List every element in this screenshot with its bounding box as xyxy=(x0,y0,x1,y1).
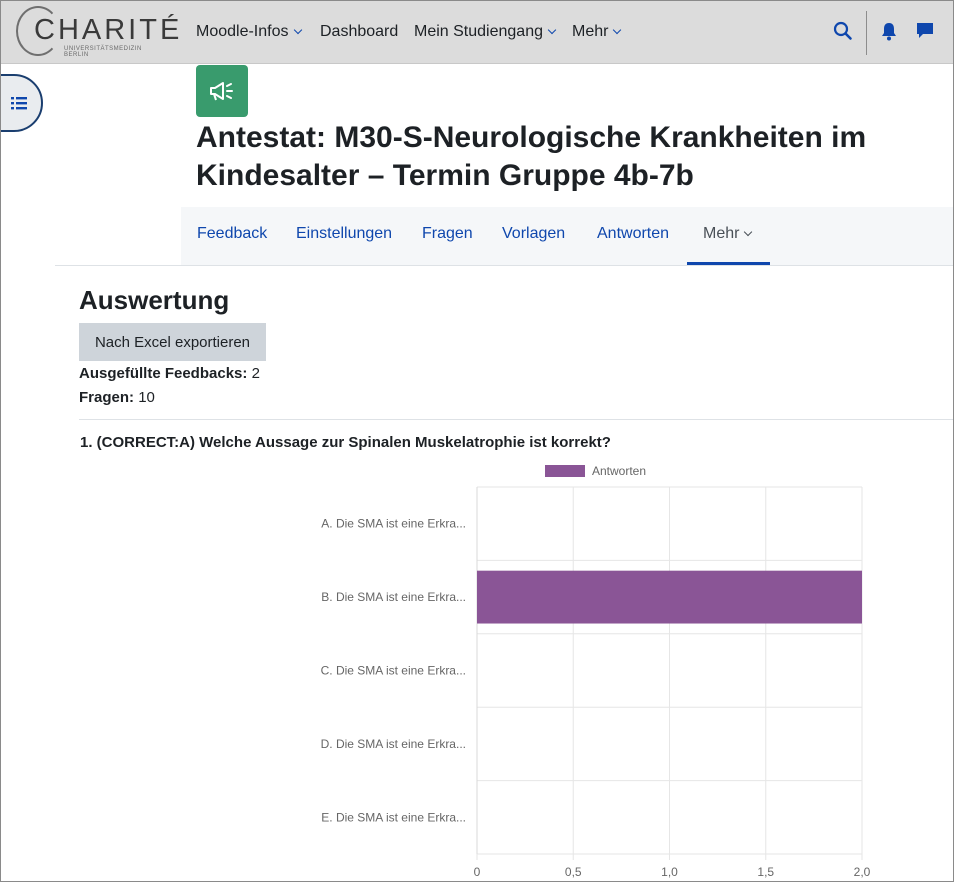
nav-item-label: Dashboard xyxy=(320,23,399,40)
section-heading: Auswertung xyxy=(79,285,230,315)
questions-stat: Fragen: 10 xyxy=(79,389,155,406)
search-icon[interactable] xyxy=(833,21,853,41)
logo-text: CHARITÉ xyxy=(34,14,183,46)
x-tick-label: 0 xyxy=(474,865,481,879)
filled-feedbacks-stat: Ausgefüllte Feedbacks: 2 xyxy=(79,365,260,382)
y-category-label: C. Die SMA ist eine Erkra... xyxy=(321,664,466,678)
x-tick-label: 1,0 xyxy=(661,865,678,879)
nav-item-moodle-infos[interactable]: Moodle-Infos xyxy=(196,23,302,41)
secondary-navigation: Feedback Einstellungen Fragen Vorlagen A… xyxy=(181,207,953,265)
tab-feedback[interactable]: Feedback xyxy=(197,225,267,243)
nav-item-label: Mein Studiengang xyxy=(414,23,543,40)
tab-einstellungen[interactable]: Einstellungen xyxy=(296,225,392,243)
chevron-down-icon xyxy=(293,25,302,35)
bell-icon[interactable] xyxy=(880,21,900,41)
chevron-down-icon xyxy=(744,227,753,237)
nav-item-dashboard[interactable]: Dashboard xyxy=(320,23,398,41)
filled-feedbacks-label: Ausgefüllte Feedbacks: xyxy=(79,365,248,382)
tab-vorlagen[interactable]: Vorlagen xyxy=(502,225,565,243)
tab-antworten[interactable]: Antworten xyxy=(597,225,669,243)
filled-feedbacks-value: 2 xyxy=(251,365,260,382)
bar-b xyxy=(477,570,862,624)
legend-label: Antworten xyxy=(592,464,646,478)
charite-logo[interactable]: CHARITÉ UNIVERSITÄTSMEDIZIN BERLIN xyxy=(16,6,179,58)
nav-item-mein-studiengang[interactable]: Mein Studiengang xyxy=(414,23,557,41)
secondary-nav-divider xyxy=(55,265,953,266)
x-tick-label: 1,5 xyxy=(757,865,774,879)
tab-mehr[interactable]: Mehr xyxy=(703,225,753,243)
responses-bar-chart: Antworten 0 0,5 1,0 1,5 2,0 A. Die SMA ist ein… xyxy=(321,464,871,879)
course-index-toggle[interactable] xyxy=(1,74,43,132)
list-icon xyxy=(11,97,27,110)
y-category-label: B. Die SMA ist eine Erkra... xyxy=(321,590,466,604)
top-navbar: CHARITÉ UNIVERSITÄTSMEDIZIN BERLIN Moodl… xyxy=(1,1,953,64)
logo-subtext: UNIVERSITÄTSMEDIZIN BERLIN xyxy=(64,46,142,58)
tab-mehr-label: Mehr xyxy=(703,225,740,242)
tab-fragen[interactable]: Fragen xyxy=(422,225,473,243)
page-title: Antestat: M30-S-Neurologische Krankheite… xyxy=(196,121,867,192)
chevron-down-icon xyxy=(613,25,622,35)
chat-icon[interactable] xyxy=(916,21,936,41)
browser-viewport: CHARITÉ UNIVERSITÄTSMEDIZIN BERLIN Moodl… xyxy=(0,0,954,882)
y-category-label: D. Die SMA ist eine Erkra... xyxy=(321,737,466,751)
question-title: 1. (CORRECT:A) Welche Aussage zur Spinal… xyxy=(80,434,611,451)
y-category-label: A. Die SMA ist eine Erkra... xyxy=(321,517,466,531)
x-tick-label: 0,5 xyxy=(565,865,582,879)
content-divider xyxy=(79,419,953,420)
questions-label: Fragen: xyxy=(79,389,135,406)
nav-item-mehr[interactable]: Mehr xyxy=(572,23,622,41)
navbar-divider xyxy=(866,11,867,55)
chevron-down-icon xyxy=(547,25,557,35)
legend-swatch xyxy=(545,465,585,477)
x-tick-label: 2,0 xyxy=(854,865,871,879)
export-excel-button[interactable]: Nach Excel exportieren xyxy=(79,323,266,361)
y-category-label: E. Die SMA ist eine Erkra... xyxy=(321,810,466,824)
megaphone-icon xyxy=(196,65,248,117)
questions-value: 10 xyxy=(138,389,155,406)
nav-item-label: Mehr xyxy=(572,23,609,40)
nav-item-label: Moodle-Infos xyxy=(196,23,289,40)
